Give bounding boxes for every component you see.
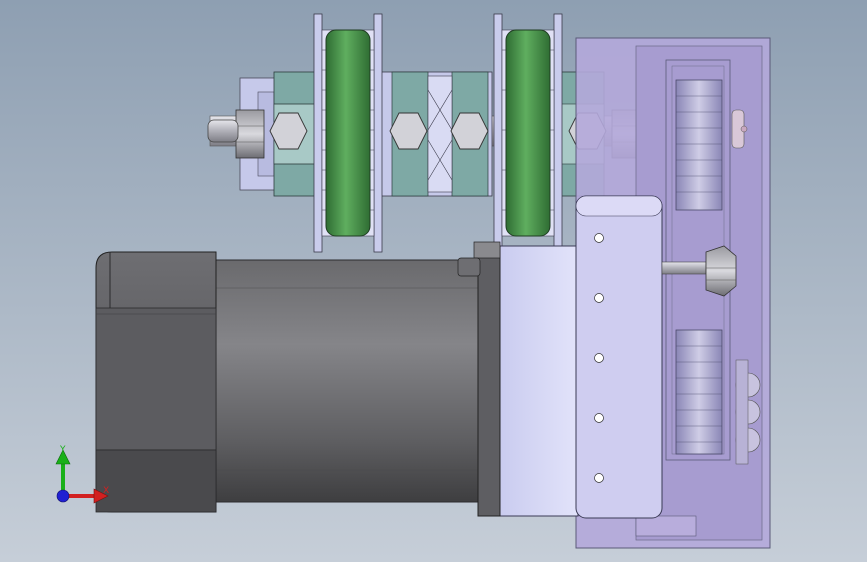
y-axis-label: Y xyxy=(59,445,66,455)
assembly-drawing: Y X xyxy=(0,0,867,562)
x-axis-label: X xyxy=(103,486,109,496)
drive-motor xyxy=(95,241,501,517)
cad-viewport[interactable]: Y X xyxy=(0,0,867,562)
z-axis-dot xyxy=(56,489,70,503)
